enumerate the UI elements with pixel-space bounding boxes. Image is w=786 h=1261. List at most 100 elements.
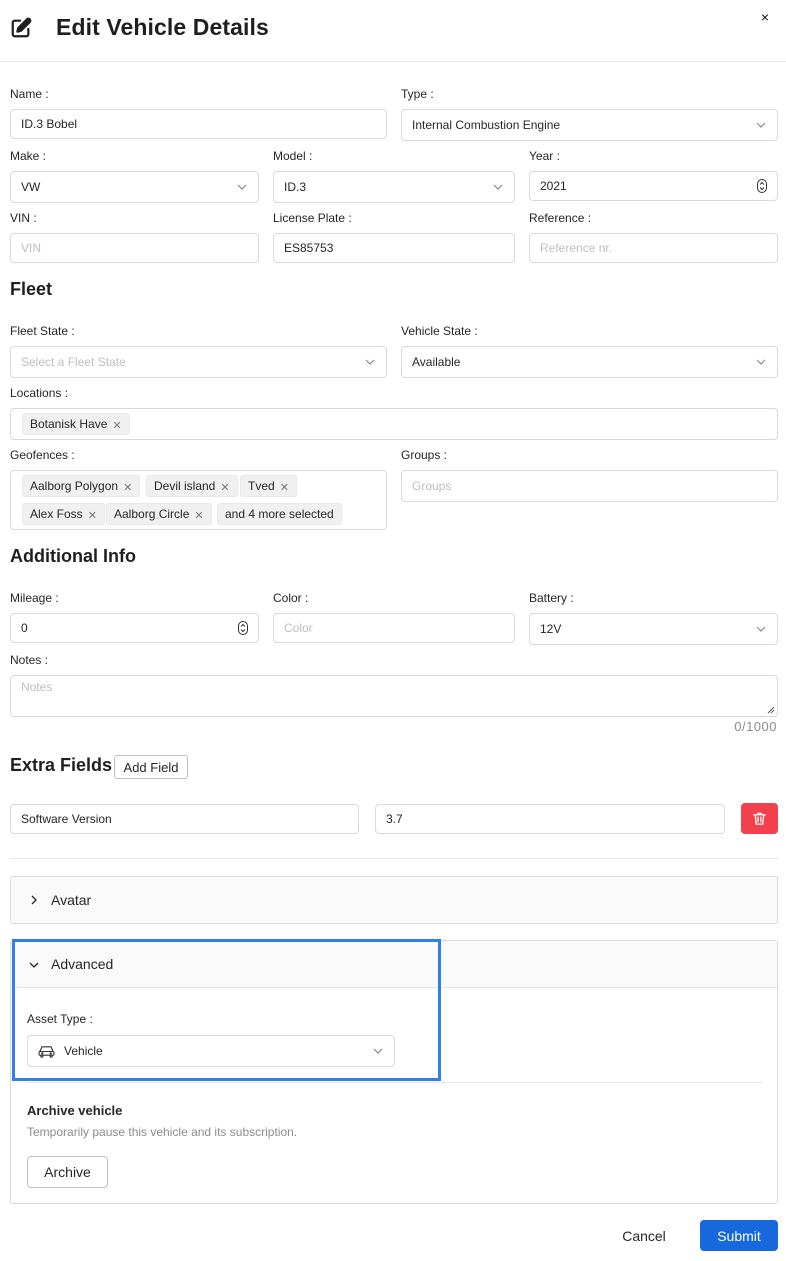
mileage-value: 0 <box>21 621 28 635</box>
notes-label: Notes : <box>10 653 49 667</box>
notes-textarea[interactable]: Notes <box>10 675 778 717</box>
tag-label: and 4 more selected <box>225 507 334 521</box>
groups-label: Groups : <box>401 448 448 462</box>
geofence-tag: Alex Foss ✕ <box>22 503 105 525</box>
type-value: Internal Combustion Engine <box>412 118 561 132</box>
tag-label: Tved <box>248 479 275 493</box>
fleet-state-placeholder: Select a Fleet State <box>21 355 126 369</box>
fleet-state-label: Fleet State : <box>10 324 75 338</box>
cancel-button[interactable]: Cancel <box>616 1220 672 1251</box>
mileage-input[interactable]: 0 <box>10 613 259 643</box>
model-value: ID.3 <box>284 180 307 194</box>
make-label: Make : <box>10 149 47 163</box>
tag-label: Devil island <box>154 479 216 493</box>
more-selected-tag[interactable]: and 4 more selected <box>217 503 342 525</box>
vehicle-state-label: Vehicle State : <box>401 324 478 338</box>
vin-input[interactable]: VIN <box>10 233 259 263</box>
model-label: Model : <box>273 149 313 163</box>
chevron-down-icon <box>493 184 503 190</box>
notes-placeholder: Notes <box>21 680 53 694</box>
vin-label: VIN : <box>10 211 37 225</box>
color-placeholder: Color <box>284 621 313 635</box>
geofences-label: Geofences : <box>10 448 75 462</box>
submit-button[interactable]: Submit <box>700 1220 778 1251</box>
chevron-down-icon <box>756 626 766 632</box>
tag-label: Aalborg Polygon <box>30 479 119 493</box>
archive-title: Archive vehicle <box>27 1103 123 1118</box>
type-label: Type : <box>401 87 434 101</box>
advanced-divider <box>27 1082 762 1083</box>
remove-tag-icon[interactable]: ✕ <box>112 420 121 432</box>
remove-tag-icon[interactable]: ✕ <box>123 482 132 494</box>
car-icon <box>38 1045 55 1058</box>
tag-label: Aalborg Circle <box>114 507 190 521</box>
mileage-label: Mileage : <box>10 591 59 605</box>
asset-type-value: Vehicle <box>64 1044 103 1058</box>
model-select[interactable]: ID.3 <box>273 171 515 203</box>
extra-field-name-input[interactable]: Software Version <box>10 804 359 834</box>
extra-field-value-input[interactable]: 3.7 <box>375 804 725 834</box>
vin-placeholder: VIN <box>21 241 42 255</box>
resize-handle-icon[interactable] <box>767 706 775 714</box>
geofence-tag: Aalborg Circle ✕ <box>106 503 212 525</box>
fleet-state-select[interactable]: Select a Fleet State <box>10 346 387 378</box>
delete-field-button[interactable] <box>741 803 778 834</box>
fleet-section-title: Fleet <box>10 279 53 299</box>
chevron-right-icon <box>31 895 37 905</box>
make-select[interactable]: VW <box>10 171 259 203</box>
tag-label: Botanisk Have <box>30 417 108 431</box>
modal-title: Edit Vehicle Details <box>56 14 269 40</box>
make-value: VW <box>21 180 41 194</box>
geofences-select[interactable]: Aalborg Polygon ✕ Devil island ✕ Tved ✕ Ale… <box>10 470 387 530</box>
name-input[interactable]: ID.3 Bobel <box>10 109 387 139</box>
trash-icon <box>753 812 766 825</box>
avatar-panel[interactable]: Avatar <box>10 876 778 924</box>
extra-fields-title: Extra Fields <box>10 755 113 775</box>
locations-label: Locations : <box>10 386 69 400</box>
advanced-panel: Advanced Asset Type : Vehicle Archive ve… <box>10 940 778 1204</box>
chevron-down-icon <box>29 962 39 968</box>
year-input[interactable]: 2021 <box>529 171 778 201</box>
remove-tag-icon[interactable]: ✕ <box>194 510 203 522</box>
tag-label: Alex Foss <box>30 507 83 521</box>
notes-counter: 0/1000 <box>734 719 777 734</box>
asset-type-select[interactable]: Vehicle <box>27 1035 395 1067</box>
extra-field-value: 3.7 <box>386 812 403 826</box>
battery-value: 12V <box>540 622 562 636</box>
vehicle-state-value: Available <box>412 355 461 369</box>
modal-header: Edit Vehicle Details × <box>0 0 786 62</box>
close-icon[interactable]: × <box>757 9 773 25</box>
advanced-panel-header[interactable]: Advanced <box>11 941 777 988</box>
geofence-tag: Aalborg Polygon ✕ <box>22 475 141 497</box>
color-label: Color : <box>273 591 309 605</box>
asset-type-label: Asset Type : <box>27 1012 93 1026</box>
license-plate-input[interactable]: ES85753 <box>273 233 515 263</box>
remove-tag-icon[interactable]: ✕ <box>280 482 289 494</box>
name-value: ID.3 Bobel <box>21 117 78 131</box>
spinner-icon[interactable] <box>238 621 248 635</box>
vehicle-state-select[interactable]: Available <box>401 346 778 378</box>
type-select[interactable]: Internal Combustion Engine <box>401 109 778 141</box>
reference-placeholder: Reference nr. <box>540 241 613 255</box>
year-label: Year : <box>529 149 560 163</box>
archive-description: Temporarily pause this vehicle and its s… <box>27 1125 298 1139</box>
battery-select[interactable]: 12V <box>529 613 778 645</box>
advanced-panel-title: Advanced <box>51 956 114 972</box>
remove-tag-icon[interactable]: ✕ <box>220 482 229 494</box>
remove-tag-icon[interactable]: ✕ <box>88 510 97 522</box>
add-field-button[interactable]: Add Field <box>114 755 188 779</box>
license-plate-label: License Plate : <box>273 211 352 225</box>
archive-button[interactable]: Archive <box>27 1156 108 1188</box>
reference-input[interactable]: Reference nr. <box>529 233 778 263</box>
geofence-tag: Tved ✕ <box>240 475 297 497</box>
battery-label: Battery : <box>529 591 574 605</box>
spinner-icon[interactable] <box>757 179 767 193</box>
section-divider <box>10 858 778 859</box>
reference-label: Reference : <box>529 211 592 225</box>
location-tag: Botanisk Have ✕ <box>22 413 130 435</box>
groups-placeholder: Groups <box>412 479 452 493</box>
locations-select[interactable]: Botanisk Have ✕ <box>10 408 778 440</box>
groups-select[interactable]: Groups <box>401 470 778 502</box>
color-input[interactable]: Color <box>273 613 515 643</box>
year-value: 2021 <box>540 179 567 193</box>
